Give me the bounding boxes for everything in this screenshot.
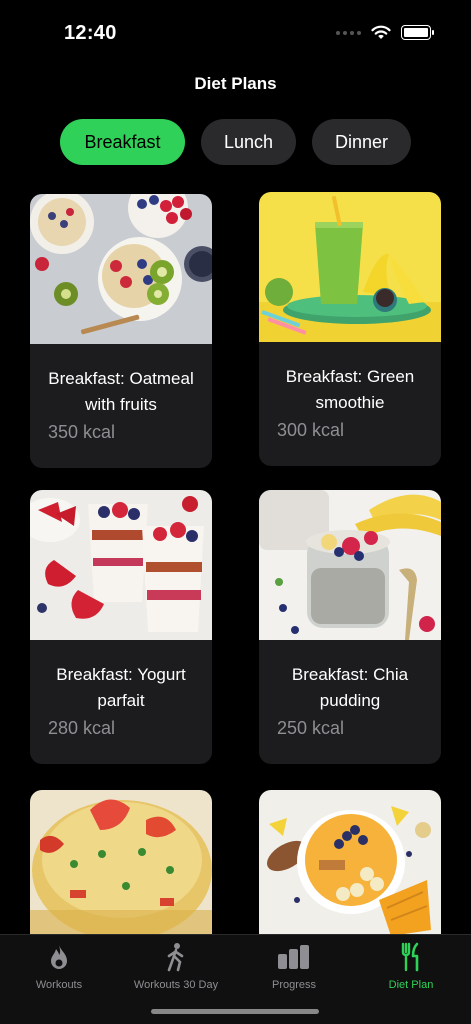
meal-name: Breakfast: Yogurt parfait <box>56 665 186 710</box>
tab-workouts[interactable]: Workouts <box>0 941 118 991</box>
fork-knife-icon <box>401 942 419 972</box>
tab-diet-plan[interactable]: Diet Plan <box>352 941 470 991</box>
smoothie-bowl-photo <box>259 790 441 934</box>
segment-breakfast[interactable]: Breakfast <box>60 119 185 165</box>
meal-calories: 350 kcal <box>48 422 116 442</box>
segment-lunch[interactable]: Lunch <box>201 119 296 165</box>
tab-label: Workouts <box>35 979 83 991</box>
meal-type-segmented-control: Breakfast Lunch Dinner <box>60 119 411 165</box>
meal-calories: 280 kcal <box>48 718 116 738</box>
oatmeal-bowls-photo <box>30 194 212 344</box>
meal-calories: 250 kcal <box>277 718 345 738</box>
status-time: 12:40 <box>64 22 117 44</box>
meal-card-6[interactable] <box>259 790 441 934</box>
yogurt-parfait-photo <box>30 490 212 640</box>
tab-label: Diet Plan <box>388 979 434 991</box>
tab-progress[interactable]: Progress <box>235 941 353 991</box>
segment-dinner[interactable]: Dinner <box>312 119 411 165</box>
meal-grid: Breakfast: Oatmeal with fruits 350 kcal … <box>0 192 471 934</box>
meal-card-oatmeal[interactable]: Breakfast: Oatmeal with fruits 350 kcal <box>30 194 212 468</box>
walking-figure-icon <box>167 943 184 972</box>
battery-icon <box>401 25 434 40</box>
green-smoothie-photo <box>259 192 441 342</box>
status-bar: 12:40 <box>0 0 471 66</box>
meal-name: Breakfast: Green smoothie <box>285 367 415 412</box>
cellular-signal-icon <box>336 30 361 35</box>
flame-icon <box>51 945 67 969</box>
meal-card-green-smoothie[interactable]: Breakfast: Green smoothie 300 kcal <box>259 192 441 466</box>
meal-name: Breakfast: Oatmeal with fruits <box>48 369 194 414</box>
wifi-icon <box>371 25 391 39</box>
tab-label: Workouts 30 Day <box>133 979 219 991</box>
meal-card-yogurt-parfait[interactable]: Breakfast: Yogurt parfait 280 kcal <box>30 490 212 764</box>
meal-card-chia-pudding[interactable]: Breakfast: Chia pudding 250 kcal <box>259 490 441 764</box>
bar-chart-icon <box>278 945 309 969</box>
meal-card-5[interactable] <box>30 790 212 934</box>
tab-workouts-30-day[interactable]: Workouts 30 Day <box>117 941 235 991</box>
home-indicator <box>151 1009 319 1014</box>
status-icons <box>336 25 434 40</box>
page-title: Diet Plans <box>194 74 277 93</box>
chia-pudding-photo <box>259 490 441 640</box>
egg-muffin-photo <box>30 790 212 934</box>
tab-label: Progress <box>271 979 317 991</box>
meal-calories: 300 kcal <box>277 420 345 440</box>
meal-name: Breakfast: Chia pudding <box>291 665 409 710</box>
